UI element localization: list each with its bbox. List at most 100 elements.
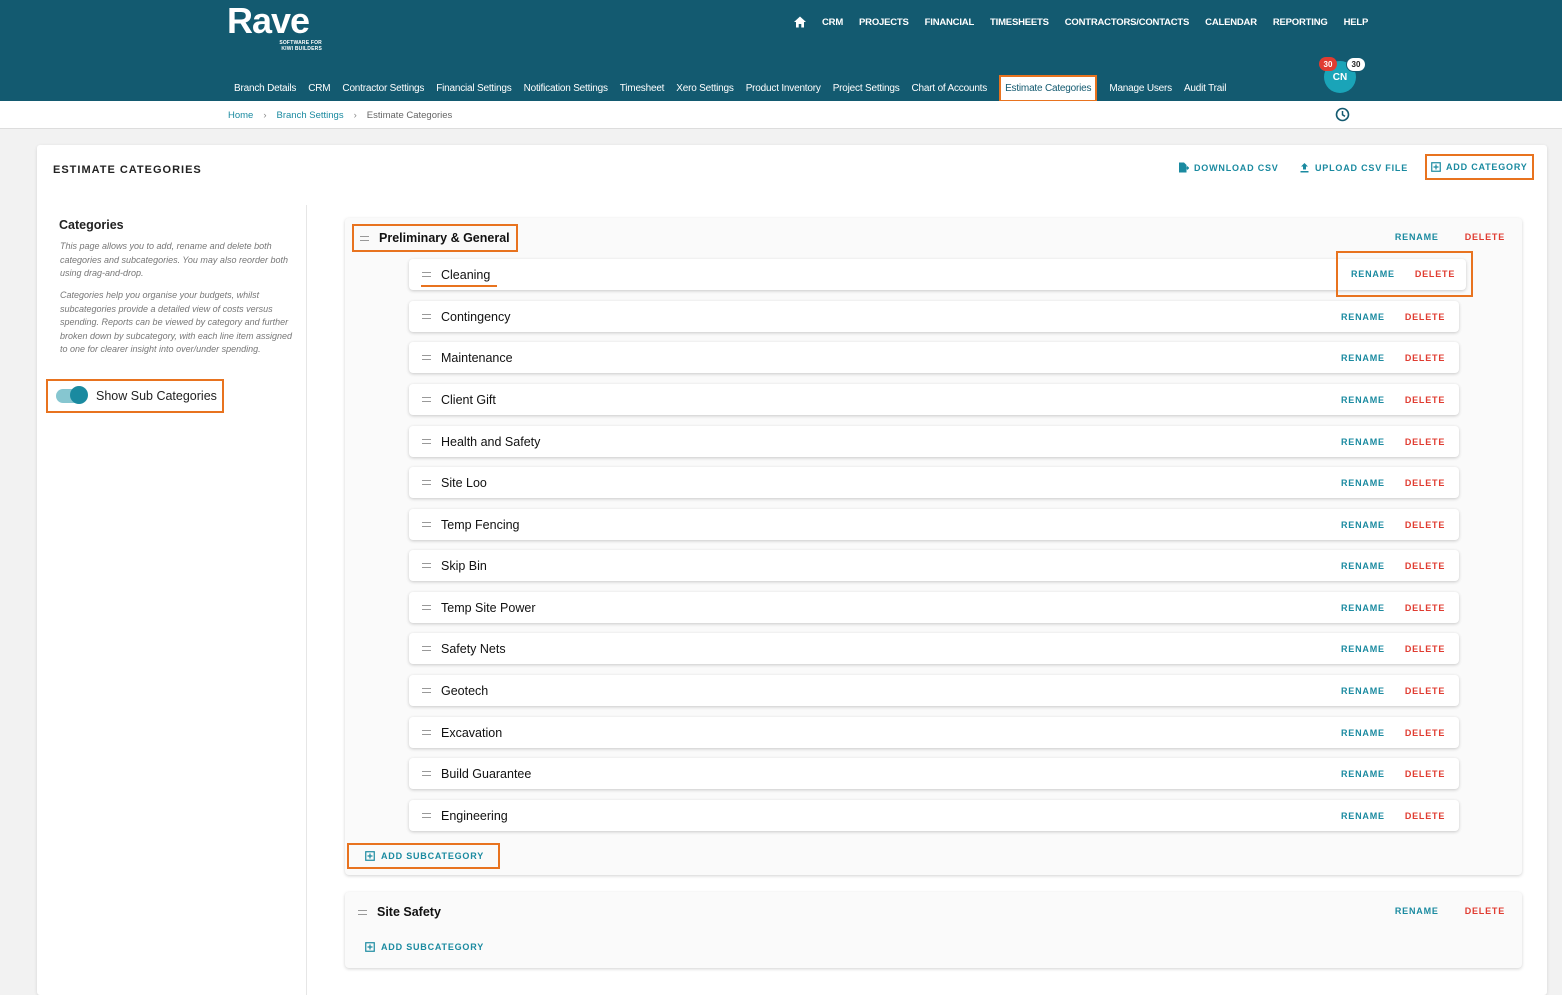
delete-subcategory-button[interactable]: DELETE [1405, 561, 1445, 571]
subcategory-row[interactable]: Contingency RENAME DELETE [409, 301, 1459, 332]
rename-subcategory-button[interactable]: RENAME [1351, 269, 1395, 279]
sub-nav-product-inventory[interactable]: Product Inventory [746, 79, 821, 98]
subcategory-row[interactable]: Build Guarantee RENAME DELETE [409, 758, 1459, 789]
sub-nav-project-settings[interactable]: Project Settings [833, 79, 900, 98]
rename-subcategory-button[interactable]: RENAME [1341, 395, 1385, 405]
breadcrumb-branch-settings[interactable]: Branch Settings [277, 110, 344, 121]
delete-subcategory-button[interactable]: DELETE [1405, 811, 1445, 821]
rename-subcategory-button[interactable]: RENAME [1341, 353, 1385, 363]
delete-subcategory-button[interactable]: DELETE [1405, 728, 1445, 738]
drag-handle-icon[interactable] [422, 397, 431, 402]
sub-nav-branch-details[interactable]: Branch Details [234, 79, 296, 98]
delete-subcategory-button[interactable]: DELETE [1405, 395, 1445, 405]
sub-nav-chart-of-accounts[interactable]: Chart of Accounts [912, 79, 988, 98]
breadcrumb: Home › Branch Settings › Estimate Catego… [228, 110, 452, 121]
delete-subcategory-button[interactable]: DELETE [1405, 769, 1445, 779]
drag-handle-icon[interactable] [422, 813, 431, 818]
drag-handle-icon[interactable] [422, 355, 431, 360]
drag-handle-icon[interactable] [422, 605, 431, 610]
breadcrumb-home[interactable]: Home [228, 110, 253, 121]
sub-nav-financial-settings[interactable]: Financial Settings [436, 79, 512, 98]
drag-handle-icon[interactable] [422, 646, 431, 651]
subcategory-row[interactable]: Geotech RENAME DELETE [409, 675, 1459, 706]
drag-handle-icon[interactable] [422, 688, 431, 693]
sub-nav-notification-settings[interactable]: Notification Settings [524, 79, 608, 98]
subcategory-row[interactable]: Maintenance RENAME DELETE [409, 342, 1459, 373]
top-nav-calendar[interactable]: CALENDAR [1205, 17, 1257, 28]
rename-subcategory-button[interactable]: RENAME [1341, 478, 1385, 488]
top-nav-reporting[interactable]: REPORTING [1273, 17, 1328, 28]
subcategory-row[interactable]: Health and Safety RENAME DELETE [409, 426, 1459, 457]
delete-subcategory-button[interactable]: DELETE [1405, 353, 1445, 363]
rename-subcategory-button[interactable]: RENAME [1341, 644, 1385, 654]
rename-subcategory-button[interactable]: RENAME [1341, 312, 1385, 322]
subcategory-row[interactable]: Temp Fencing RENAME DELETE [409, 509, 1459, 540]
show-subcategories-toggle[interactable] [56, 386, 88, 404]
subcategory-row[interactable]: Safety Nets RENAME DELETE [409, 633, 1459, 664]
category-header[interactable]: Preliminary & General [352, 224, 518, 252]
drag-handle-icon[interactable] [422, 314, 431, 319]
sub-nav-manage-users[interactable]: Manage Users [1109, 79, 1172, 98]
subcategory-row[interactable]: Excavation RENAME DELETE [409, 717, 1459, 748]
sub-nav-crm[interactable]: CRM [308, 79, 330, 98]
drag-handle-icon[interactable] [422, 480, 431, 485]
delete-subcategory-button[interactable]: DELETE [1405, 312, 1445, 322]
rename-subcategory-button[interactable]: RENAME [1341, 520, 1385, 530]
delete-category-button[interactable]: DELETE [1465, 906, 1505, 916]
subcategory-row[interactable]: Client Gift RENAME DELETE [409, 384, 1459, 415]
subcategory-row[interactable]: Skip Bin RENAME DELETE [409, 550, 1459, 581]
drag-handle-icon[interactable] [422, 522, 431, 527]
top-nav-crm[interactable]: CRM [822, 17, 843, 28]
drag-handle-icon[interactable] [422, 272, 431, 277]
delete-subcategory-button[interactable]: DELETE [1405, 603, 1445, 613]
subcategory-row[interactable]: Temp Site Power RENAME DELETE [409, 592, 1459, 623]
rename-subcategory-button[interactable]: RENAME [1341, 561, 1385, 571]
top-nav-contractors-contacts[interactable]: CONTRACTORS/CONTACTS [1065, 17, 1190, 28]
sub-nav-contractor-settings[interactable]: Contractor Settings [342, 79, 424, 98]
notification-badge[interactable]: 30 [1319, 57, 1337, 71]
rename-subcategory-button[interactable]: RENAME [1341, 437, 1385, 447]
drag-handle-icon[interactable] [358, 909, 367, 915]
sub-nav-estimate-categories[interactable]: Estimate Categories [999, 74, 1098, 102]
subcategory-row[interactable]: Cleaning RENAME DELETE [409, 251, 1473, 297]
drag-handle-icon[interactable] [422, 730, 431, 735]
drag-handle-icon[interactable] [422, 771, 431, 776]
download-csv-button[interactable]: DOWNLOAD CSV [1178, 162, 1279, 173]
top-nav-timesheets[interactable]: TIMESHEETS [990, 17, 1049, 28]
message-badge[interactable]: 30 [1346, 57, 1366, 72]
home-icon[interactable] [793, 15, 807, 29]
delete-subcategory-button[interactable]: DELETE [1405, 686, 1445, 696]
rename-subcategory-button[interactable]: RENAME [1341, 769, 1385, 779]
delete-subcategory-button[interactable]: DELETE [1405, 520, 1445, 530]
rename-subcategory-button[interactable]: RENAME [1341, 686, 1385, 696]
delete-category-button[interactable]: DELETE [1465, 232, 1505, 242]
delete-subcategory-button[interactable]: DELETE [1405, 644, 1445, 654]
category-header[interactable]: Site Safety [352, 898, 447, 926]
add-subcategory-button[interactable]: ADD SUBCATEGORY [365, 942, 484, 952]
rename-subcategory-button[interactable]: RENAME [1341, 811, 1385, 821]
delete-subcategory-button[interactable]: DELETE [1405, 437, 1445, 447]
sub-nav-audit-trail[interactable]: Audit Trail [1184, 79, 1226, 98]
add-category-button[interactable]: ADD CATEGORY [1425, 154, 1534, 180]
delete-subcategory-button[interactable]: DELETE [1415, 269, 1455, 279]
upload-csv-action: UPLOAD CSV FILE [1299, 162, 1408, 173]
drag-handle-icon[interactable] [360, 235, 369, 241]
subcategory-row[interactable]: Engineering RENAME DELETE [409, 800, 1459, 831]
upload-csv-button[interactable]: UPLOAD CSV FILE [1299, 162, 1408, 173]
top-nav-financial[interactable]: FINANCIAL [925, 17, 975, 28]
top-nav-projects[interactable]: PROJECTS [859, 17, 909, 28]
rave-logo[interactable]: Rave SOFTWARE FOR KIWI BUILDERS [227, 2, 322, 53]
rename-category-button[interactable]: RENAME [1395, 906, 1439, 916]
top-nav-help[interactable]: HELP [1344, 17, 1369, 28]
rename-subcategory-button[interactable]: RENAME [1341, 603, 1385, 613]
rename-subcategory-button[interactable]: RENAME [1341, 728, 1385, 738]
add-subcategory-button[interactable]: ADD SUBCATEGORY [347, 843, 501, 869]
sub-nav-xero-settings[interactable]: Xero Settings [676, 79, 734, 98]
rename-category-button[interactable]: RENAME [1395, 232, 1439, 242]
sub-nav-timesheet[interactable]: Timesheet [620, 79, 665, 98]
subcategory-row[interactable]: Site Loo RENAME DELETE [409, 467, 1459, 498]
clock-icon[interactable] [1335, 107, 1350, 122]
delete-subcategory-button[interactable]: DELETE [1405, 478, 1445, 488]
drag-handle-icon[interactable] [422, 563, 431, 568]
drag-handle-icon[interactable] [422, 439, 431, 444]
